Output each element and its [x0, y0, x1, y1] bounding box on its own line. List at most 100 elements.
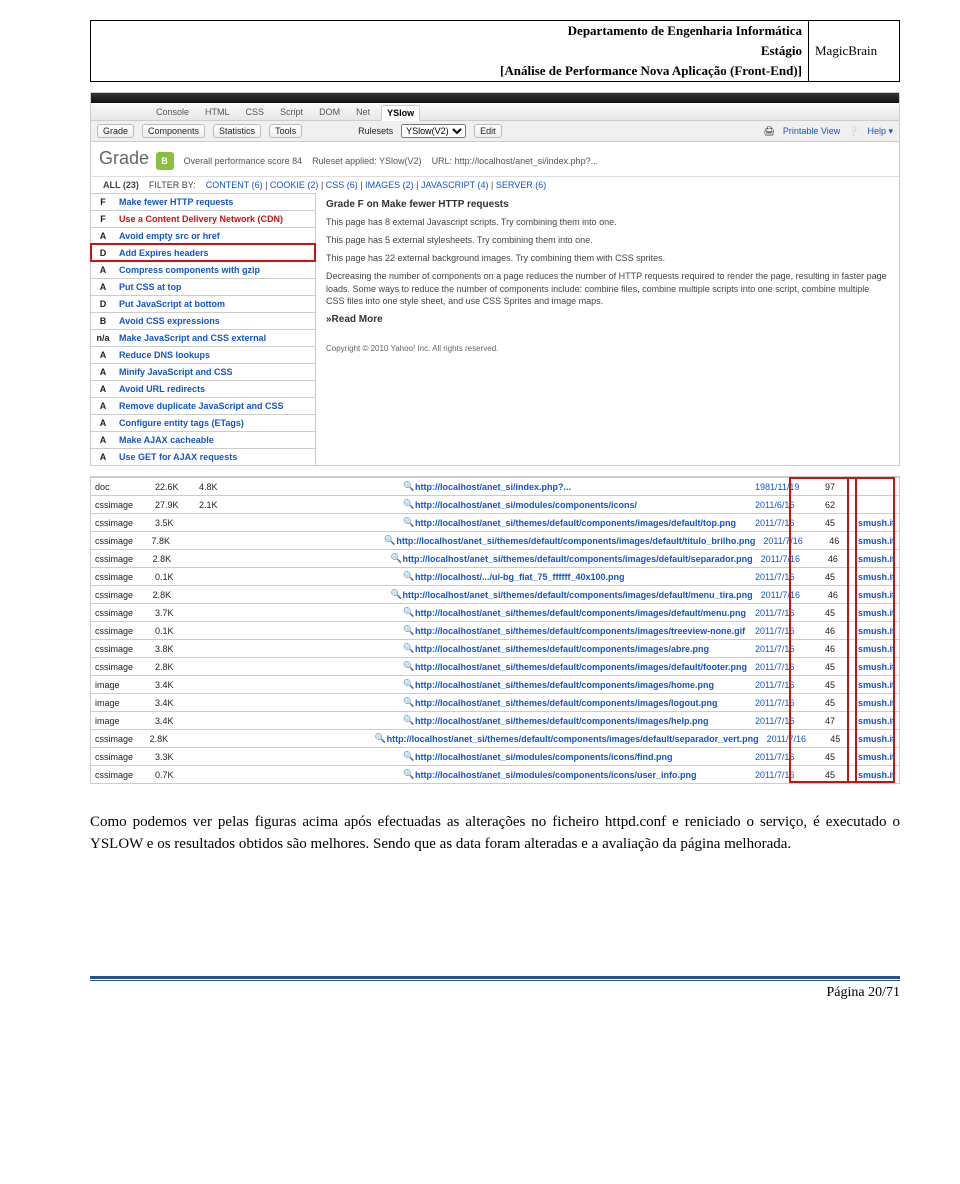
col-type: cssimage	[91, 552, 149, 566]
hdr-dept: Departamento de Engenharia Informática	[91, 21, 809, 41]
col-action[interactable]: smush.it	[851, 516, 899, 530]
all-count[interactable]: ALL (23)	[103, 180, 139, 190]
col-action[interactable]: smush.it	[851, 570, 899, 584]
col-action[interactable]: smush.it	[851, 606, 899, 620]
col-url[interactable]: http://localhost/anet_si/themes/default/…	[411, 642, 751, 656]
magnifier-icon[interactable]: 🔍	[387, 587, 399, 602]
col-action[interactable]: smush.it	[851, 678, 899, 692]
col-url[interactable]: http://localhost/anet_si/modules/compone…	[411, 498, 751, 512]
col-url[interactable]: http://localhost/anet_si/index.php?...	[411, 480, 751, 494]
col-date: 2011/7/16	[763, 732, 827, 746]
rule-row[interactable]: AMake AJAX cacheable	[91, 431, 315, 448]
col-url[interactable]: http://localhost/anet_si/themes/default/…	[411, 606, 751, 620]
col-url[interactable]: http://localhost/anet_si/themes/default/…	[392, 534, 759, 548]
magnifier-icon[interactable]: 🔍	[399, 515, 411, 530]
rule-grade: D	[91, 245, 115, 261]
magnifier-icon[interactable]: 🔍	[399, 713, 411, 728]
magnifier-icon[interactable]: 🔍	[399, 659, 411, 674]
rule-row[interactable]: ACompress components with gzip	[91, 261, 315, 278]
rule-row[interactable]: APut CSS at top	[91, 278, 315, 295]
magnifier-icon[interactable]: 🔍	[399, 605, 411, 620]
filter-link[interactable]: JAVASCRIPT (4)	[421, 180, 489, 190]
magnifier-icon[interactable]: 🔍	[399, 767, 411, 782]
col-size: 3.5K	[151, 516, 195, 530]
col-action[interactable]: smush.it	[853, 588, 899, 602]
magnifier-icon[interactable]: 🔍	[399, 641, 411, 656]
filter-link[interactable]: SERVER (6)	[496, 180, 546, 190]
firebug-tab-console[interactable]: Console	[151, 105, 194, 121]
magnifier-icon[interactable]: 🔍	[399, 623, 411, 638]
rule-row[interactable]: BAvoid CSS expressions	[91, 312, 315, 329]
magnifier-icon[interactable]: 🔍	[399, 677, 411, 692]
rule-row[interactable]: AAvoid URL redirects	[91, 380, 315, 397]
rule-row[interactable]: DPut JavaScript at bottom	[91, 295, 315, 312]
col-action[interactable]: smush.it	[851, 768, 899, 782]
rule-row[interactable]: AConfigure entity tags (ETags)	[91, 414, 315, 431]
col-action[interactable]: smush.it	[851, 660, 899, 674]
tab-grade[interactable]: Grade	[97, 124, 134, 138]
col-action[interactable]: smush.it	[851, 750, 899, 764]
rule-row[interactable]: FUse a Content Delivery Network (CDN)	[91, 210, 315, 227]
firebug-tab-net[interactable]: Net	[351, 105, 375, 121]
col-action[interactable]	[851, 503, 899, 507]
col-url[interactable]: http://localhost/anet_si/modules/compone…	[411, 750, 751, 764]
col-response: 45	[826, 732, 854, 746]
filter-link[interactable]: IMAGES (2)	[365, 180, 414, 190]
col-action[interactable]: smush.it	[851, 624, 899, 638]
magnifier-icon[interactable]: 🔍	[399, 497, 411, 512]
tab-statistics[interactable]: Statistics	[213, 124, 261, 138]
col-url[interactable]: http://localhost/anet_si/themes/default/…	[399, 552, 757, 566]
filter-link[interactable]: CSS (6)	[326, 180, 358, 190]
col-url[interactable]: http://localhost/anet_si/themes/default/…	[411, 624, 751, 638]
filter-link[interactable]: COOKIE (2)	[270, 180, 319, 190]
col-url[interactable]: http://localhost/anet_si/modules/compone…	[411, 768, 751, 782]
magnifier-icon[interactable]: 🔍	[371, 731, 383, 746]
magnifier-icon[interactable]: 🔍	[399, 695, 411, 710]
rule-row[interactable]: AReduce DNS lookups	[91, 346, 315, 363]
col-url[interactable]: http://localhost/anet_si/themes/default/…	[411, 660, 751, 674]
firebug-tab-dom[interactable]: DOM	[314, 105, 345, 121]
col-action[interactable]: smush.it	[854, 534, 899, 548]
col-action[interactable]: smush.it	[853, 552, 899, 566]
col-action[interactable]: smush.it	[854, 732, 899, 746]
col-url[interactable]: http://localhost/anet_si/themes/default/…	[411, 678, 751, 692]
col-action[interactable]: smush.it	[851, 642, 899, 656]
tab-tools[interactable]: Tools	[269, 124, 302, 138]
col-url[interactable]: http://localhost/anet_si/themes/default/…	[399, 588, 757, 602]
filter-by-label: FILTER BY:	[149, 180, 196, 190]
printable-view-link[interactable]: Printable View	[783, 126, 840, 136]
col-action[interactable]	[851, 485, 899, 489]
firebug-tab-yslow[interactable]: YSlow	[381, 105, 420, 121]
magnifier-icon[interactable]: 🔍	[399, 749, 411, 764]
read-more-link[interactable]: »Read More	[326, 314, 383, 325]
magnifier-icon[interactable]: 🔍	[399, 569, 411, 584]
filter-link[interactable]: CONTENT (6)	[206, 180, 263, 190]
rule-row[interactable]: ARemove duplicate JavaScript and CSS	[91, 397, 315, 414]
rule-row[interactable]: FMake fewer HTTP requests	[91, 193, 315, 210]
col-type: image	[91, 678, 151, 692]
help-link[interactable]: Help ▾	[867, 126, 893, 137]
component-row: cssimage0.1K🔍http://localhost/.../ui-bg_…	[91, 567, 899, 585]
rulesets-select[interactable]: YSlow(V2)	[401, 124, 466, 138]
magnifier-icon[interactable]: 🔍	[380, 533, 392, 548]
col-url[interactable]: http://localhost/anet_si/themes/default/…	[411, 696, 751, 710]
rule-row[interactable]: n/aMake JavaScript and CSS external	[91, 329, 315, 346]
edit-button[interactable]: Edit	[474, 124, 502, 138]
firebug-tab-html[interactable]: HTML	[200, 105, 235, 121]
rule-row[interactable]: AAvoid empty src or href	[91, 227, 315, 244]
col-url[interactable]: http://localhost/.../ui-bg_flat_75_fffff…	[411, 570, 751, 584]
magnifier-icon[interactable]: 🔍	[387, 551, 399, 566]
col-date: 2011/7/16	[751, 696, 821, 710]
col-url[interactable]: http://localhost/anet_si/themes/default/…	[411, 714, 751, 728]
tab-components[interactable]: Components	[142, 124, 205, 138]
rule-row[interactable]: DAdd Expires headers	[91, 244, 315, 261]
col-action[interactable]: smush.it	[851, 696, 899, 710]
firebug-tab-script[interactable]: Script	[275, 105, 308, 121]
col-url[interactable]: http://localhost/anet_si/themes/default/…	[383, 732, 763, 746]
rule-row[interactable]: AUse GET for AJAX requests	[91, 448, 315, 465]
col-action[interactable]: smush.it	[851, 714, 899, 728]
rule-row[interactable]: AMinify JavaScript and CSS	[91, 363, 315, 380]
col-url[interactable]: http://localhost/anet_si/themes/default/…	[411, 516, 751, 530]
firebug-tab-css[interactable]: CSS	[241, 105, 270, 121]
magnifier-icon[interactable]: 🔍	[399, 479, 411, 494]
